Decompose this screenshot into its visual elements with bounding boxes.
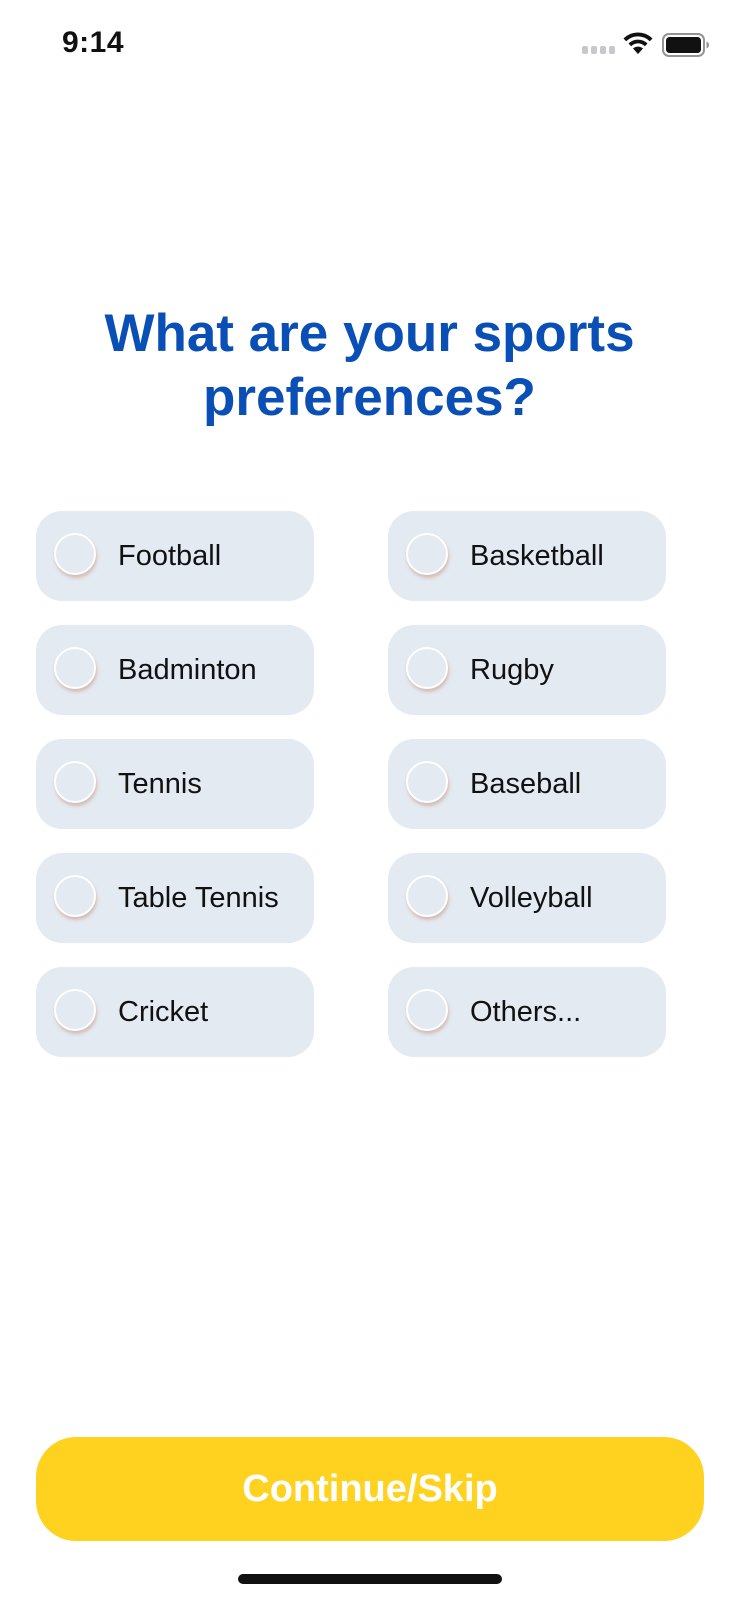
option-label: Table Tennis	[118, 882, 279, 914]
status-time: 9:14	[62, 26, 125, 59]
radio-button[interactable]	[54, 875, 96, 917]
radio-button[interactable]	[406, 647, 448, 689]
option-cricket[interactable]: Cricket	[36, 967, 314, 1057]
option-others[interactable]: Others...	[388, 967, 666, 1057]
radio-button[interactable]	[54, 761, 96, 803]
option-label: Baseball	[470, 768, 582, 800]
radio-button[interactable]	[406, 533, 448, 575]
radio-button[interactable]	[406, 989, 448, 1031]
radio-button[interactable]	[406, 875, 448, 917]
option-table-tennis[interactable]: Table Tennis	[36, 853, 314, 943]
option-label: Badminton	[118, 654, 257, 686]
option-label: Volleyball	[470, 882, 593, 914]
option-football[interactable]: Football	[36, 511, 314, 601]
continue-skip-button[interactable]: Continue/Skip	[36, 1437, 704, 1541]
radio-button[interactable]	[54, 647, 96, 689]
option-basketball[interactable]: Basketball	[388, 511, 666, 601]
radio-button[interactable]	[54, 989, 96, 1031]
option-label: Cricket	[118, 996, 209, 1028]
option-label: Others...	[470, 996, 582, 1028]
radio-button[interactable]	[406, 761, 448, 803]
option-label: Football	[118, 540, 222, 572]
option-baseball[interactable]: Baseball	[388, 739, 666, 829]
option-badminton[interactable]: Badminton	[36, 625, 314, 715]
signal-icon	[582, 46, 616, 56]
option-label: Tennis	[118, 768, 202, 800]
option-tennis[interactable]: Tennis	[36, 739, 314, 829]
radio-button[interactable]	[54, 533, 96, 575]
option-volleyball[interactable]: Volleyball	[388, 853, 666, 943]
option-rugby[interactable]: Rugby	[388, 625, 666, 715]
page-title: What are your sports preferences?	[104, 304, 635, 427]
option-label: Basketball	[470, 540, 604, 572]
battery-icon	[662, 33, 709, 57]
option-label: Rugby	[470, 654, 554, 686]
home-indicator	[238, 1574, 502, 1584]
status-bar: 9:14	[0, 0, 739, 90]
wifi-icon	[623, 32, 653, 54]
